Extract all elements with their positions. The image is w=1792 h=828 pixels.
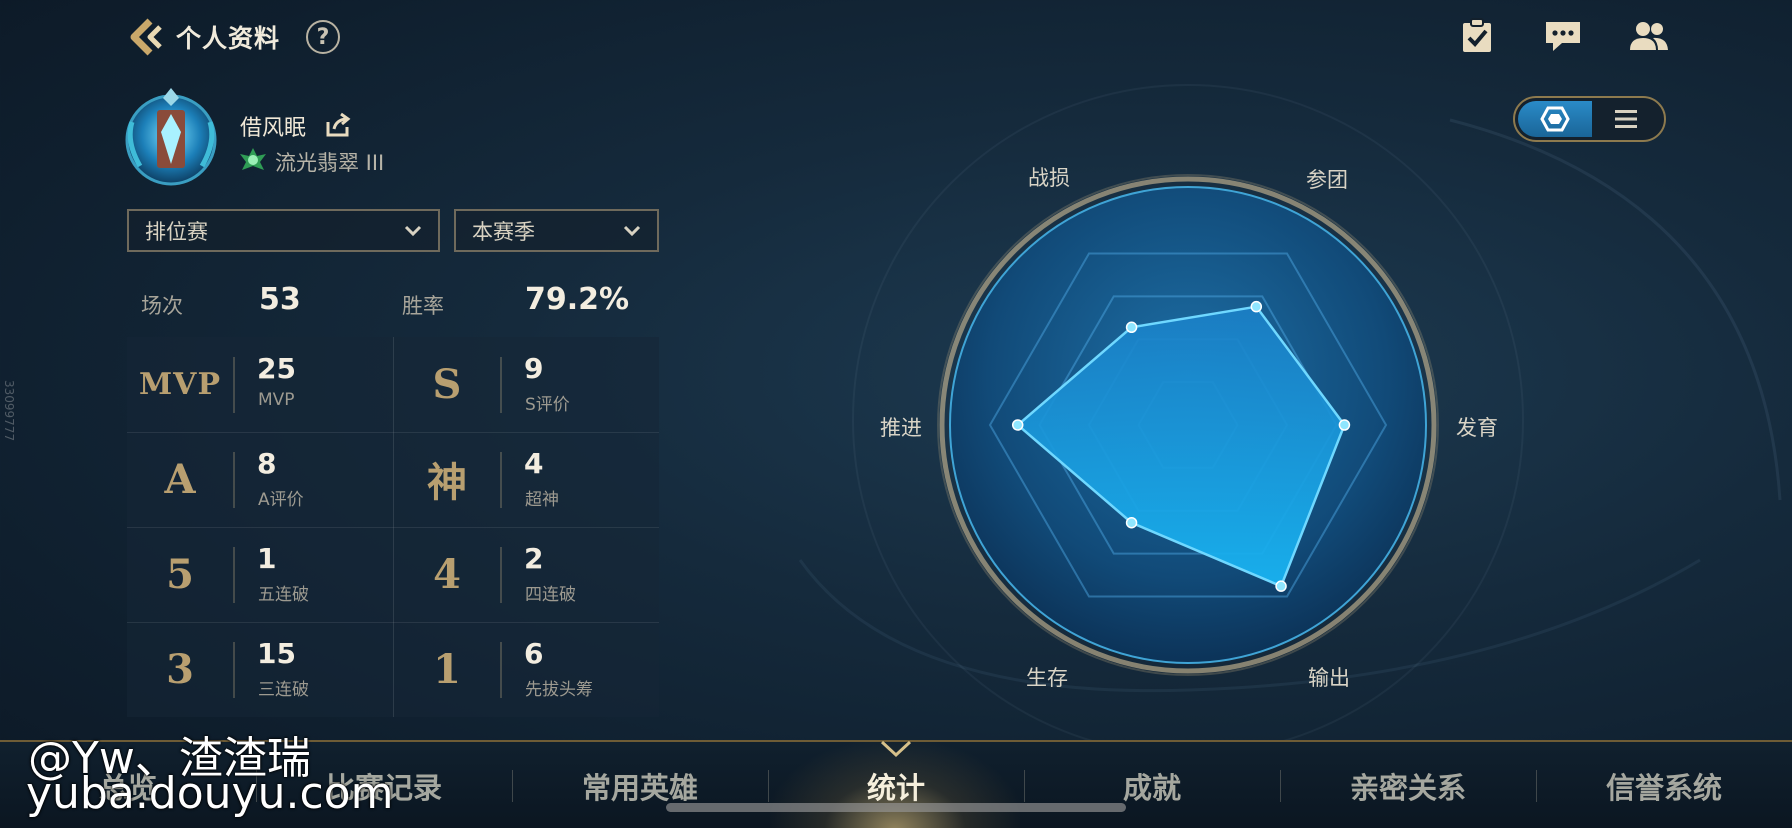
stat-caption: 三连破 bbox=[258, 680, 309, 700]
stat-mvp: MVP 25 MVP bbox=[127, 337, 392, 431]
radar-chart: 战损 参团 发育 输出 生存 推进 bbox=[840, 150, 1540, 710]
tab-achievements[interactable]: 成就 bbox=[1024, 742, 1280, 828]
page-title: 个人资料 bbox=[176, 24, 281, 53]
radar-point-2 bbox=[1338, 419, 1351, 431]
back-arrow-icon[interactable] bbox=[124, 15, 168, 59]
stat-glyph: 3 bbox=[166, 645, 194, 693]
list-view-button[interactable] bbox=[1591, 101, 1661, 137]
rank-emblem-icon bbox=[236, 146, 270, 176]
page-header: 个人资料 ? bbox=[124, 14, 341, 60]
radar-axis-label: 参团 bbox=[1306, 168, 1348, 192]
stat-caption: S评价 bbox=[525, 395, 570, 415]
stat-value: 9 bbox=[524, 352, 544, 385]
radar-point-5 bbox=[1011, 419, 1024, 431]
chat-icon[interactable] bbox=[1540, 16, 1586, 56]
stat-glyph: A bbox=[164, 455, 196, 503]
side-id-text: 33099777 bbox=[2, 380, 16, 442]
radar-axis-label: 推进 bbox=[880, 416, 922, 440]
radar-axis-label: 发育 bbox=[1456, 416, 1498, 440]
home-indicator[interactable] bbox=[666, 803, 1126, 812]
radar-point-3 bbox=[1275, 580, 1287, 592]
rank-name: 流光翡翠 III bbox=[275, 151, 385, 175]
radar-point-4 bbox=[1125, 516, 1138, 529]
stat-glyph: 5 bbox=[166, 550, 194, 598]
mode-select[interactable]: 排位赛 bbox=[127, 209, 440, 252]
stat-s-rating: S 9 S评价 bbox=[394, 337, 659, 431]
stat-glyph: MVP bbox=[138, 366, 222, 402]
clipboard-check-icon[interactable] bbox=[1454, 16, 1500, 56]
hexagon-icon bbox=[1540, 106, 1570, 132]
stat-caption: A评价 bbox=[258, 490, 304, 510]
share-icon[interactable] bbox=[325, 112, 351, 138]
tab-relationships[interactable]: 亲密关系 bbox=[1280, 742, 1536, 828]
list-icon bbox=[1615, 110, 1637, 128]
help-symbol: ? bbox=[316, 24, 330, 50]
view-toggle[interactable] bbox=[1513, 96, 1666, 142]
stat-value: 15 bbox=[257, 637, 296, 670]
friends-icon[interactable] bbox=[1626, 16, 1672, 56]
games-value: 53 bbox=[259, 282, 301, 317]
stat-value: 6 bbox=[524, 637, 544, 670]
stat-penta-kill: 5 1 五连破 bbox=[127, 527, 392, 621]
winrate-label: 胜率 bbox=[402, 294, 444, 318]
tab-heroes[interactable]: 常用英雄 bbox=[512, 742, 768, 828]
stat-glyph: 神 bbox=[427, 459, 467, 506]
stat-a-rating: A 8 A评价 bbox=[127, 432, 392, 526]
winrate-value: 79.2% bbox=[525, 282, 630, 317]
stat-quadra-kill: 4 2 四连破 bbox=[394, 527, 659, 621]
active-tab-marker-icon bbox=[880, 740, 912, 758]
stat-caption: 五连破 bbox=[258, 585, 309, 605]
help-icon[interactable]: ? bbox=[306, 20, 341, 54]
chevron-down-icon bbox=[404, 225, 422, 236]
radar-axis-label: 输出 bbox=[1308, 666, 1350, 690]
radar-point-0 bbox=[1125, 321, 1138, 334]
radar-view-button[interactable] bbox=[1518, 101, 1592, 137]
stats-grid: MVP 25 MVP S 9 S评价 A 8 A评价 神 4 超神 5 1 五连… bbox=[127, 337, 659, 717]
stat-caption: 四连破 bbox=[525, 585, 576, 605]
radar-svg bbox=[937, 174, 1439, 676]
stat-godlike: 神 4 超神 bbox=[394, 432, 659, 526]
stat-value: 8 bbox=[257, 447, 277, 480]
stat-glyph: 4 bbox=[433, 550, 461, 598]
stat-value: 4 bbox=[524, 447, 544, 480]
stat-value: 25 bbox=[257, 352, 296, 385]
stat-glyph: 1 bbox=[433, 645, 461, 693]
watermark-site: yuba.douyu.com bbox=[26, 768, 394, 819]
stat-caption: MVP bbox=[258, 390, 295, 410]
chevron-down-icon bbox=[623, 225, 641, 236]
stat-glyph: S bbox=[432, 360, 462, 408]
player-name: 借风眠 bbox=[240, 116, 307, 141]
season-select-value: 本赛季 bbox=[472, 219, 535, 244]
stat-first-blood: 1 6 先拔头筹 bbox=[394, 622, 659, 716]
stat-value: 1 bbox=[257, 542, 277, 575]
stat-caption: 超神 bbox=[525, 490, 559, 510]
mode-select-value: 排位赛 bbox=[145, 219, 208, 244]
radar-axis-label: 战损 bbox=[1028, 166, 1070, 190]
games-label: 场次 bbox=[141, 294, 183, 318]
radar-point-1 bbox=[1250, 300, 1263, 313]
season-select[interactable]: 本赛季 bbox=[454, 209, 659, 252]
avatar[interactable] bbox=[124, 82, 218, 190]
radar-axis-label: 生存 bbox=[1026, 666, 1068, 690]
stat-caption: 先拔头筹 bbox=[525, 680, 593, 700]
stat-triple-kill: 3 15 三连破 bbox=[127, 622, 392, 716]
top-right-toolbar bbox=[1454, 16, 1672, 56]
stat-value: 2 bbox=[524, 542, 544, 575]
tab-credit-system[interactable]: 信誉系统 bbox=[1536, 742, 1792, 828]
